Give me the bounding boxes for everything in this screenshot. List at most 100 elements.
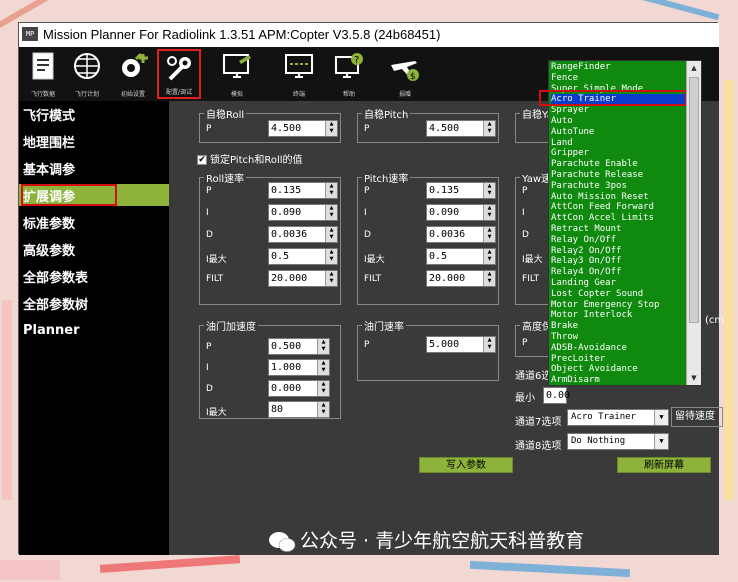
sidebar-item-flight-modes[interactable]: 飞行模式 — [23, 105, 75, 124]
dropdown-option[interactable]: Landing Gear — [551, 278, 616, 289]
roll-rate-i-input[interactable]: 0.090 ▲ ▼ — [268, 204, 338, 221]
dropdown-option[interactable]: Auto Mission Reset — [551, 192, 649, 203]
toolbar-flight-plan-button[interactable]: 飞行计划 — [65, 49, 109, 99]
dropdown-option[interactable]: ArmDisarm — [551, 375, 600, 386]
stabilize-roll-group: 自稳Roll P 4.500 ▲ ▼ — [199, 106, 341, 143]
param-label: D — [364, 230, 371, 240]
dropdown-option[interactable]: Parachute Enable — [551, 159, 638, 170]
sidebar-item-geofence[interactable]: 地理围栏 — [23, 132, 75, 151]
dropdown-option[interactable]: PrecLoiter — [551, 354, 605, 365]
pitch-rate-d-input[interactable]: 0.0036 ▲ ▼ — [426, 226, 496, 243]
dropdown-option[interactable]: Auto — [551, 116, 573, 127]
toolbar-donate-button[interactable]: $ 捐赠 — [383, 49, 427, 99]
dropdown-option[interactable]: Parachute 3pos — [551, 181, 627, 192]
toolbar-label: 飞行计划 — [74, 91, 99, 98]
dropdown-option[interactable]: Relay4 On/Off — [551, 267, 621, 278]
throttle-accel-d-input[interactable]: 0.000 ▲ ▼ — [268, 380, 330, 397]
dropdown-option[interactable]: ADSB-Avoidance — [551, 343, 627, 354]
pitch-rate-group: Pitch速率 P 0.135 ▲ ▼ I 0.090 ▲ ▼ D 0.0036 ▲ ▼ I… — [357, 170, 499, 305]
pitch-rate-imax-input[interactable]: 0.5 ▲ ▼ — [426, 248, 496, 265]
group-title: Roll速率 — [204, 170, 247, 185]
dropdown-option[interactable]: Object Avoidance — [551, 364, 638, 375]
toolbar-label: 帮助 — [342, 91, 355, 98]
toolbar-help-button[interactable]: ? 帮助 — [327, 49, 371, 99]
ch7-option-label: 通道7选项 — [515, 417, 562, 428]
sidebar-item-basic-tuning[interactable]: 基本调参 — [23, 159, 75, 178]
toolbar-config-tuning-button[interactable]: 配置/调试 — [157, 49, 201, 99]
title-bar: MP Mission Planner For Radiolink 1.3.51 … — [19, 23, 719, 47]
config-tuning-icon — [167, 56, 191, 81]
throttle-rate-p-input[interactable]: 5.000 ▲ ▼ — [426, 336, 496, 353]
dropdown-option[interactable]: Fence — [551, 73, 578, 84]
param-label: I最大 — [522, 255, 543, 265]
dropdown-option[interactable]: Relay On/Off — [551, 235, 616, 246]
ch7-option-dropdown-list[interactable]: RangeFinder Fence Super Simple Mode Acro Tr… — [539, 60, 702, 386]
throttle-rate-group: 油门速率 P 5.000 ▲ ▼ — [357, 318, 499, 381]
param-label: FILT — [206, 274, 224, 284]
dropdown-option[interactable]: AttCon Accel Limits — [551, 213, 654, 224]
dropdown-option[interactable]: RangeFinder — [551, 62, 611, 73]
sidebar-item-planner[interactable]: Planner — [23, 323, 80, 338]
sidebar-item-full-param-list[interactable]: 全部参数表 — [23, 267, 88, 286]
toolbar-terminal-button[interactable]: 终端 — [277, 49, 321, 99]
stab-pitch-p-input[interactable]: 4.500 ▲ ▼ — [426, 120, 496, 137]
toolbar-simulation-button[interactable]: 模拟 — [215, 49, 259, 99]
min-input[interactable]: 0.00 — [543, 387, 570, 404]
dropdown-option[interactable]: Throw — [551, 332, 578, 343]
refresh-screen-button[interactable]: 刷新屏幕 — [617, 457, 711, 473]
wechat-icon — [269, 531, 296, 552]
dropdown-option[interactable]: Motor Emergency Stop — [551, 300, 659, 311]
throttle-accel-imax-input[interactable]: 80 ▲ ▼ — [268, 401, 330, 418]
toolbar-initial-setup-button[interactable]: 初始设置 — [111, 49, 155, 99]
checkbox-label: 锁定Pitch和Roll的值 — [210, 155, 303, 166]
param-label: P — [522, 186, 528, 196]
throttle-accel-i-input[interactable]: 1.000 ▲ ▼ — [268, 359, 330, 376]
roll-rate-d-input[interactable]: 0.0036 ▲ ▼ — [268, 226, 338, 243]
scroll-down-icon[interactable]: ▼ — [687, 371, 701, 385]
throttle-accel-p-input[interactable]: 0.500 ▲ ▼ — [268, 338, 330, 355]
toolbar-flight-data-button[interactable]: 飞行数据 — [21, 49, 65, 99]
checkbox-box: ✔ — [197, 155, 207, 165]
scroll-up-icon[interactable]: ▲ — [687, 61, 701, 75]
dropdown-option[interactable]: Motor Interlock — [551, 310, 632, 321]
sidebar-item-standard-params[interactable]: 标准参数 — [23, 213, 75, 232]
stab-roll-p-input[interactable]: 4.500 ▲ ▼ — [268, 120, 338, 137]
simulation-icon — [223, 54, 251, 78]
pitch-rate-p-input[interactable]: 0.135 ▲ ▼ — [426, 182, 496, 199]
ch8-option-label: 通道8选项 — [515, 441, 562, 452]
pitch-rate-filt-input[interactable]: 20.000 ▲ ▼ — [426, 270, 496, 287]
dropdown-option[interactable]: Land — [551, 138, 573, 149]
ch8-option-select[interactable]: Do Nothing ▼ — [567, 433, 669, 450]
dropdown-option[interactable]: Brake — [551, 321, 578, 332]
write-params-button[interactable]: 写入参数 — [419, 457, 513, 473]
dropdown-option[interactable]: Gripper — [551, 148, 589, 159]
svg-text:?: ? — [354, 55, 359, 66]
toolbar-label: 飞行数据 — [30, 91, 55, 98]
roll-rate-p-input[interactable]: 0.135 ▲ ▼ — [268, 182, 338, 199]
dropdown-option[interactable]: AttCon Feed Forward — [551, 202, 654, 213]
toolbar-label: 配置/调试 — [165, 89, 193, 96]
roll-rate-filt-input[interactable]: 20.000 ▲ ▼ — [268, 270, 338, 287]
dropdown-option[interactable]: Relay2 On/Off — [551, 246, 621, 257]
dropdown-option[interactable]: Parachute Release — [551, 170, 643, 181]
scrollbar-thumb[interactable] — [689, 77, 699, 323]
ch7-option-select[interactable]: Acro Trainer ▼ — [567, 409, 669, 426]
roll-rate-imax-input[interactable]: 0.5 ▲ ▼ — [268, 248, 338, 265]
dropdown-scrollbar[interactable]: ▲ ▼ — [686, 61, 701, 385]
dropdown-option[interactable]: Sprayer — [551, 105, 589, 116]
toolbar-label: 终端 — [292, 91, 305, 98]
dropdown-option[interactable]: Lost Copter Sound — [551, 289, 643, 300]
dropdown-option[interactable]: Relay3 On/Off — [551, 256, 621, 267]
help-icon: ? — [335, 53, 363, 78]
param-label: D — [206, 230, 213, 240]
lock-pitch-roll-checkbox[interactable]: ✔ 锁定Pitch和Roll的值 — [197, 151, 303, 166]
sidebar-item-extended-tuning[interactable]: 扩展调参 — [19, 184, 169, 206]
toolbar-label: 捐赠 — [398, 91, 411, 98]
stabilize-pitch-group: 自稳Pitch P 4.500 ▲ ▼ — [357, 106, 499, 143]
dropdown-option[interactable]: AutoTune — [551, 127, 594, 138]
param-label: I — [206, 208, 209, 218]
dropdown-option[interactable]: Retract Mount — [551, 224, 621, 235]
sidebar-item-advanced-params[interactable]: 高级参数 — [23, 240, 75, 259]
pitch-rate-i-input[interactable]: 0.090 ▲ ▼ — [426, 204, 496, 221]
sidebar-item-full-param-tree[interactable]: 全部参数树 — [23, 294, 88, 313]
